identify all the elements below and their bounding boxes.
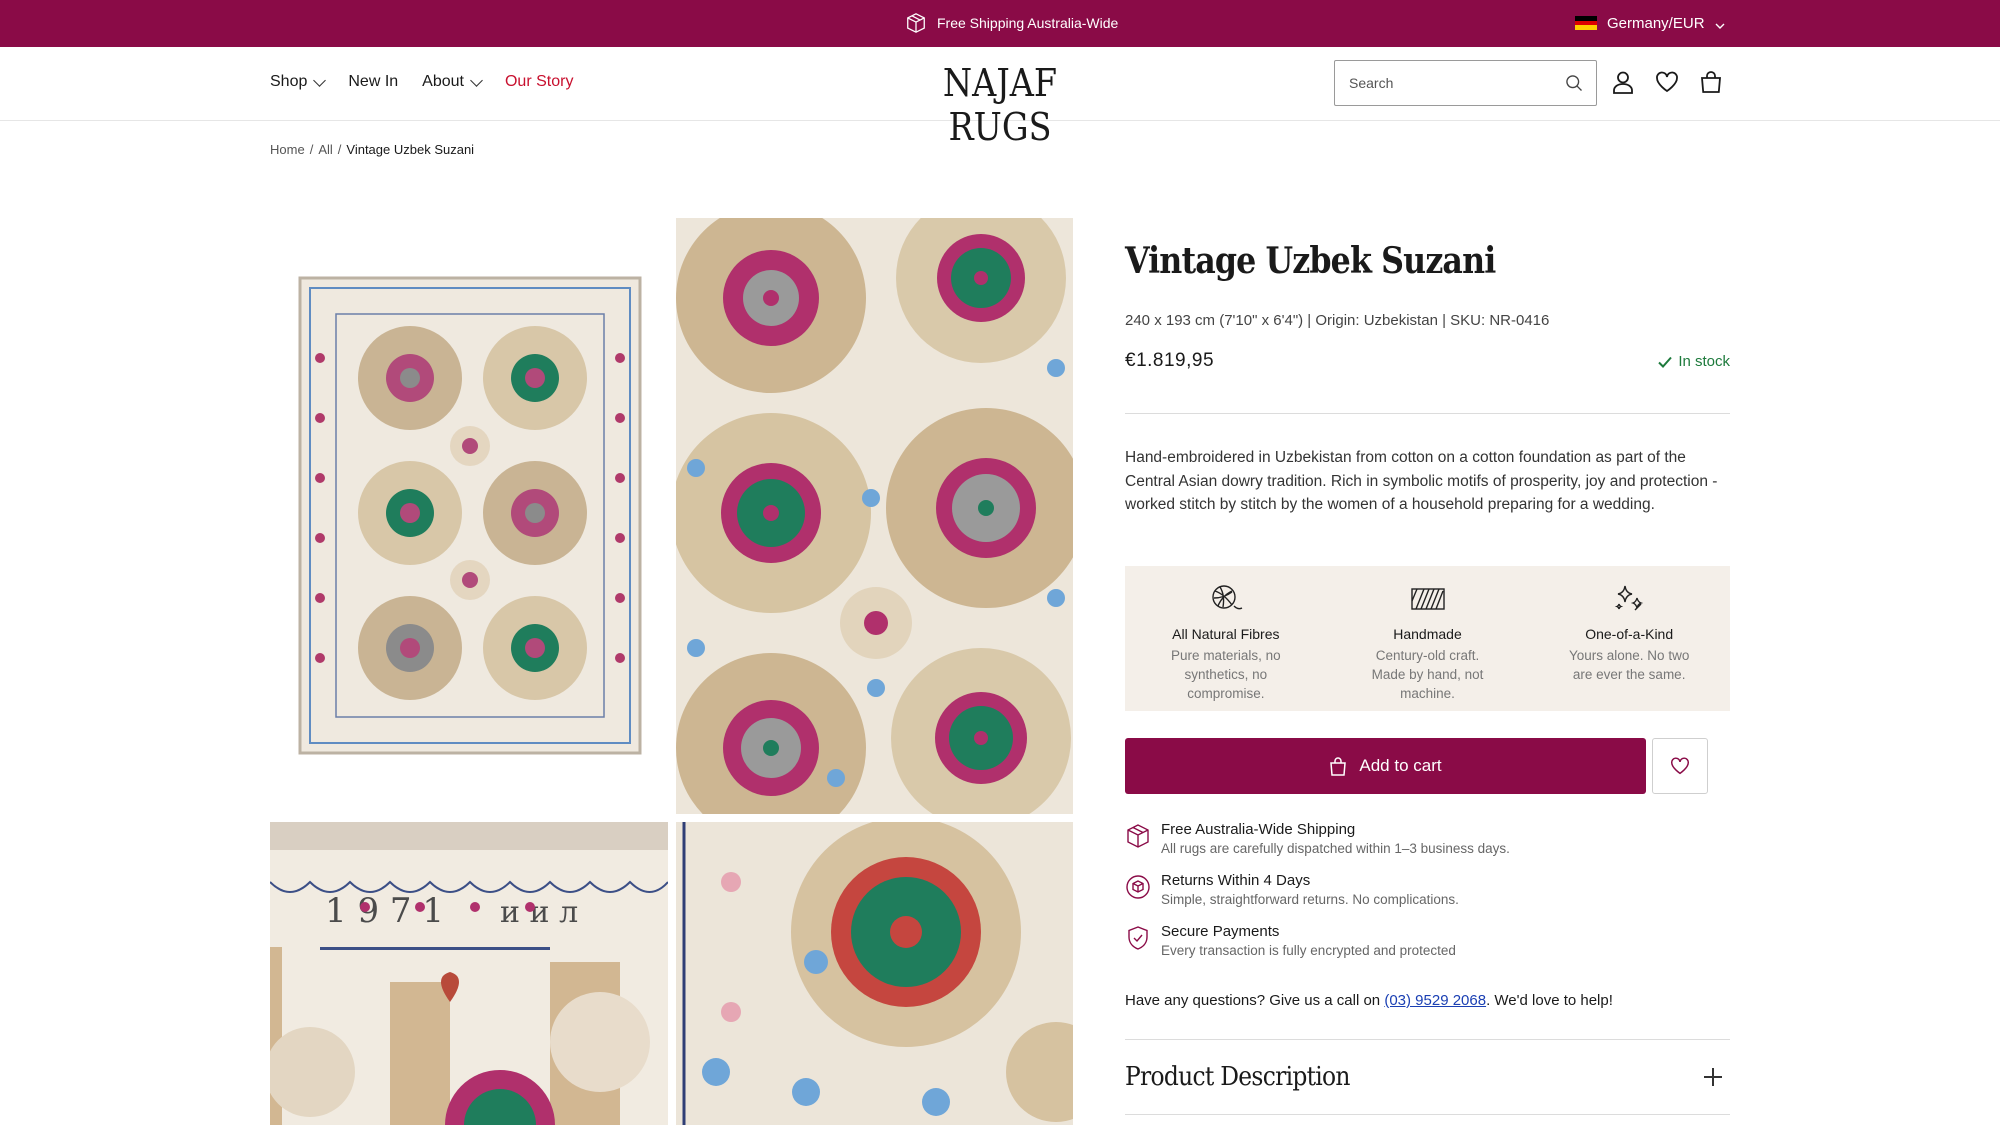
product-image-1971-border-detail[interactable]: 1 9 7 1 и и л bbox=[270, 822, 668, 1125]
perk-returns: Returns Within 4 Days Simple, straightfo… bbox=[1125, 872, 1730, 907]
stock-status: In stock bbox=[1657, 353, 1730, 370]
perk-text: Every transaction is fully encrypted and… bbox=[1161, 943, 1456, 958]
returns-icon bbox=[1125, 874, 1151, 900]
add-to-cart-button[interactable]: Add to cart bbox=[1125, 738, 1646, 794]
chevron-down-icon bbox=[313, 73, 327, 87]
cart-icon[interactable] bbox=[1698, 69, 1724, 95]
yarn-ball-icon bbox=[1208, 580, 1244, 616]
nav-shop[interactable]: Shop bbox=[270, 73, 327, 91]
contact-line: Have any questions? Give us a call on (0… bbox=[1125, 992, 1613, 1009]
heart-icon bbox=[1669, 755, 1691, 777]
perk-title: Secure Payments bbox=[1161, 923, 1280, 940]
perk-text: Simple, straightforward returns. No comp… bbox=[1161, 892, 1459, 907]
breadcrumb-current: Vintage Uzbek Suzani bbox=[346, 142, 475, 157]
breadcrumb-home[interactable]: Home bbox=[270, 142, 305, 157]
checkmark-icon bbox=[1657, 354, 1673, 370]
add-to-cart-label: Add to cart bbox=[1359, 756, 1442, 775]
nav-about-label: About bbox=[422, 73, 464, 90]
product-description: Hand-embroidered in Uzbekistan from cott… bbox=[1125, 449, 1718, 513]
product-info: Vintage Uzbek Suzani 240 x 193 cm (7'10"… bbox=[1125, 240, 1730, 371]
free-shipping-banner: Free Shipping Australia-Wide bbox=[905, 12, 1118, 34]
feature-one-of-a-kind: One-of-a-Kind Yours alone. No two are ev… bbox=[1528, 566, 1730, 711]
locale-selector[interactable]: Germany/EUR bbox=[1575, 12, 1725, 34]
stock-label: In stock bbox=[1678, 353, 1730, 370]
product-image-medallion-detail[interactable] bbox=[676, 218, 1073, 814]
sparkles-icon bbox=[1611, 580, 1647, 616]
product-image-full-view[interactable] bbox=[270, 218, 668, 814]
header-actions bbox=[1610, 69, 1724, 95]
feature-highlights: All Natural Fibres Pure materials, no sy… bbox=[1125, 566, 1730, 711]
nav-our-story-label: Our Story bbox=[504, 73, 574, 90]
nav-new-in-label: New In bbox=[348, 73, 399, 90]
chevron-down-icon bbox=[1715, 18, 1725, 29]
chevron-down-icon bbox=[470, 73, 483, 87]
contact-suffix: . We'd love to help! bbox=[1486, 992, 1613, 1009]
box-icon bbox=[905, 12, 927, 34]
shopping-bag-icon bbox=[1329, 756, 1347, 776]
product-price: €1.819,95 bbox=[1125, 350, 1215, 371]
perk-title: Returns Within 4 Days bbox=[1161, 872, 1311, 889]
perk-free-shipping: Free Australia-Wide Shipping All rugs ar… bbox=[1125, 821, 1730, 856]
site-logo[interactable]: NAJAF RUGS bbox=[894, 61, 1105, 149]
breadcrumb-separator: / bbox=[309, 142, 314, 157]
main-nav: Shop New In About Our Story bbox=[270, 73, 573, 91]
feature-title: One-of-a-Kind bbox=[1585, 626, 1674, 642]
breadcrumb-separator: / bbox=[337, 142, 342, 157]
feature-handmade: Handmade Century-old craft. Made by hand… bbox=[1327, 566, 1529, 711]
search-box[interactable] bbox=[1334, 60, 1597, 106]
add-to-wishlist-button[interactable] bbox=[1652, 738, 1708, 794]
announcement-bar: Free Shipping Australia-Wide Germany/EUR bbox=[0, 0, 2000, 47]
breadcrumb-all[interactable]: All bbox=[318, 142, 332, 157]
feature-text: Century-old craft. Made by hand, not mac… bbox=[1371, 648, 1484, 701]
svg-text:и и л: и и л bbox=[500, 895, 578, 930]
nav-our-story[interactable]: Our Story bbox=[505, 73, 573, 91]
nav-shop-label: Shop bbox=[270, 73, 308, 90]
svg-text:1 9 7 1: 1 9 7 1 bbox=[325, 891, 444, 931]
feature-title: Handmade bbox=[1393, 626, 1462, 642]
plus-icon bbox=[1704, 1068, 1722, 1086]
nav-new-in[interactable]: New In bbox=[348, 73, 398, 91]
account-icon[interactable] bbox=[1610, 69, 1636, 95]
locale-label: Germany/EUR bbox=[1607, 14, 1705, 32]
product-meta: 240 x 193 cm (7'10" x 6'4") | Origin: Uz… bbox=[1125, 312, 1550, 329]
search-icon[interactable] bbox=[1564, 73, 1584, 93]
perk-secure-payments: Secure Payments Every transaction is ful… bbox=[1125, 923, 1730, 958]
feature-title: All Natural Fibres bbox=[1172, 626, 1280, 642]
germany-flag-icon bbox=[1575, 16, 1597, 31]
search-input[interactable] bbox=[1349, 75, 1564, 91]
site-header: Shop New In About Our Story NAJAF RUGS bbox=[0, 47, 2000, 149]
product-title: Vintage Uzbek Suzani bbox=[1125, 240, 1496, 282]
feature-natural-fibres: All Natural Fibres Pure materials, no sy… bbox=[1125, 566, 1327, 711]
phone-link[interactable]: (03) 9529 2068 bbox=[1384, 992, 1486, 1009]
wishlist-icon[interactable] bbox=[1654, 69, 1680, 95]
shield-check-icon bbox=[1125, 925, 1151, 951]
accordion-title: Product Description bbox=[1125, 1062, 1350, 1092]
free-shipping-text: Free Shipping Australia-Wide bbox=[937, 15, 1119, 31]
weave-icon bbox=[1410, 580, 1446, 616]
feature-text: Yours alone. No two are ever the same. bbox=[1569, 648, 1690, 682]
divider bbox=[1125, 413, 1730, 414]
nav-about[interactable]: About bbox=[422, 73, 483, 91]
contact-prefix: Have any questions? Give us a call on bbox=[1125, 992, 1385, 1009]
feature-text: Pure materials, no synthetics, no compro… bbox=[1171, 648, 1281, 701]
perk-title: Free Australia-Wide Shipping bbox=[1161, 821, 1356, 838]
breadcrumb: Home / All / Vintage Uzbek Suzani bbox=[270, 142, 474, 157]
shipping-box-icon bbox=[1125, 823, 1151, 849]
product-description-accordion[interactable]: Product Description bbox=[1125, 1039, 1730, 1115]
product-image-green-medallion-detail[interactable] bbox=[676, 822, 1073, 1125]
perk-text: All rugs are carefully dispatched within… bbox=[1161, 841, 1510, 856]
